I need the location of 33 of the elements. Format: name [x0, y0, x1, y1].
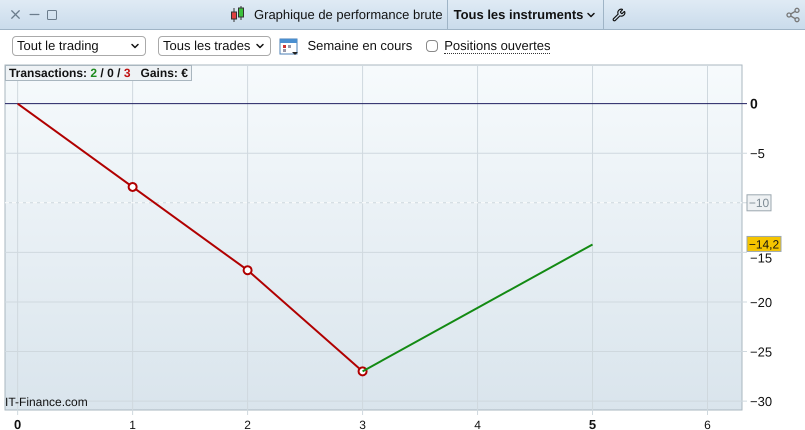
open-positions-checkbox[interactable] [426, 40, 438, 52]
data-point [358, 366, 368, 376]
x-tick-label: 6 [704, 418, 711, 430]
maximize-icon[interactable] [46, 8, 58, 20]
close-icon[interactable] [8, 7, 23, 22]
y-tick-label: 0 [750, 96, 758, 112]
y-tick-label: −25 [750, 344, 772, 360]
x-tick-label: 0 [14, 417, 22, 430]
x-tick-label: 1 [129, 418, 136, 430]
open-positions-label[interactable]: Positions ouvertes [444, 38, 550, 54]
y-tick-label: −20 [750, 294, 772, 310]
x-tick-label: 3 [359, 418, 366, 430]
wrench-icon[interactable] [612, 8, 626, 22]
data-point [128, 182, 138, 192]
candlestick-icon [230, 6, 246, 24]
calendar-icon[interactable] [279, 36, 300, 56]
y-tick-label: −5 [750, 146, 765, 162]
x-tick-label: 2 [244, 418, 251, 430]
trades-select[interactable]: Tous les trades [158, 36, 272, 56]
watermark-text: IT-Finance.com [5, 395, 88, 409]
window-title: Graphique de performance brute [254, 6, 443, 24]
y-tick-label: −15 [750, 250, 772, 266]
reference-label: −10 [748, 196, 770, 210]
x-tick-label: 5 [588, 417, 596, 430]
current-value-label: −14,2 [746, 236, 782, 252]
instrument-dropdown[interactable]: Tous les instruments [446, 0, 604, 29]
trading-scope-select[interactable]: Tout le trading [12, 36, 146, 56]
share-icon[interactable] [785, 6, 801, 22]
period-label: Semaine en cours [307, 37, 412, 56]
transactions-summary: Transactions: 2 / 0 / 3 Gains: € [5, 65, 192, 81]
x-tick-label: 4 [474, 418, 481, 430]
y-tick-label: −30 [750, 394, 772, 410]
data-point [242, 265, 253, 276]
